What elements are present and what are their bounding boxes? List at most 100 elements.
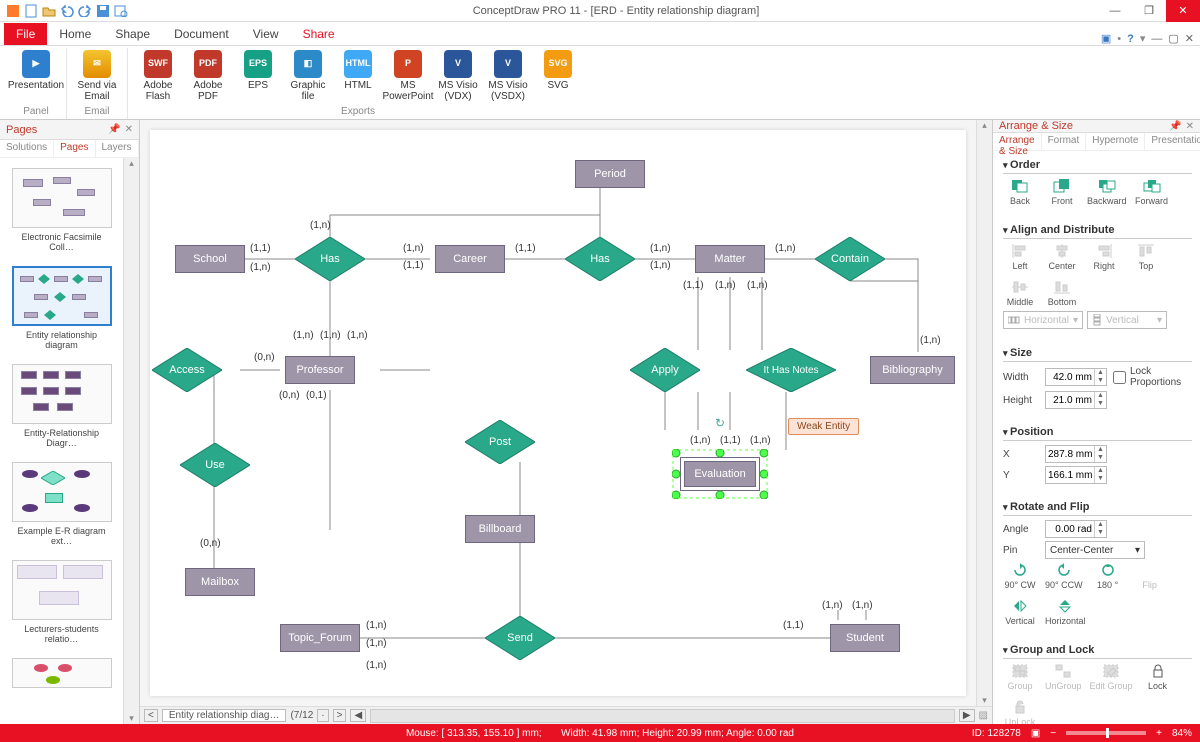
rotate-handle-icon[interactable]: ↻ [715,416,725,430]
flip-horizontal-button[interactable]: Horizontal [1045,598,1086,626]
ungroup-button[interactable]: UnGroup [1045,663,1082,691]
zoom-slider[interactable] [1066,731,1146,735]
relation-contain[interactable]: Contain [815,237,885,281]
export-ppt-button[interactable]: PMS PowerPoint [384,48,432,102]
entity-evaluation[interactable]: Evaluation [680,457,760,491]
scroll-right-icon[interactable]: ▶ [959,709,975,722]
doc-restore-icon[interactable]: ▢ [1168,32,1178,45]
open-icon[interactable] [42,4,56,18]
new-icon[interactable] [24,4,38,18]
unlock-button[interactable]: UnLock [1003,699,1037,724]
redo-icon[interactable] [78,4,92,18]
resize-grip-icon[interactable]: ▨ [979,710,988,721]
tab-share[interactable]: Share [291,23,347,45]
pin-dropdown[interactable]: Center-Center▾ [1045,541,1145,559]
align-bottom-button[interactable]: Bottom [1045,279,1079,307]
entity-matter[interactable]: Matter [695,245,765,273]
fit-icon[interactable]: ▣ [1031,728,1040,739]
help-icon[interactable]: ? [1127,33,1134,45]
angle-input[interactable]: ▲▼ [1045,520,1107,538]
minimize-button[interactable]: — [1098,0,1132,22]
tab-shape[interactable]: Shape [103,23,162,45]
export-flash-button[interactable]: SWFAdobe Flash [134,48,182,102]
export-html-button[interactable]: HTMLHTML [334,48,382,102]
align-right-button[interactable]: Right [1087,243,1121,271]
align-left-button[interactable]: Left [1003,243,1037,271]
flip-vertical-button[interactable]: Vertical [1003,598,1037,626]
subtab-solutions[interactable]: Solutions [0,140,54,157]
width-input[interactable]: ▲▼ [1045,368,1107,386]
relation-use[interactable]: Use [180,443,250,487]
x-input[interactable]: ▲▼ [1045,445,1107,463]
subtab-hypernote[interactable]: Hypernote [1086,133,1145,150]
rotate-cw-button[interactable]: 90° CW [1003,562,1037,590]
page-thumb[interactable]: Entity relationship diagram [12,266,112,350]
export-pdf-button[interactable]: PDFAdobe PDF [184,48,232,102]
entity-topic-forum[interactable]: Topic_Forum [280,624,360,652]
zoom-in-icon[interactable]: + [1156,728,1162,739]
zoom-out-icon[interactable]: − [1050,728,1056,739]
subtab-layers[interactable]: Layers [96,140,139,157]
align-center-button[interactable]: Center [1045,243,1079,271]
edit-group-button[interactable]: Edit Group [1090,663,1133,691]
distribute-vertical-dropdown[interactable]: Vertical▾ [1087,311,1167,329]
section-size-title[interactable]: Size [1003,343,1192,362]
entity-school[interactable]: School [175,245,245,273]
entity-bibliography[interactable]: Bibliography [870,356,955,384]
page-thumb[interactable]: Lecturers-students relatio… [12,560,112,644]
pin-icon[interactable]: 📌 [108,124,120,135]
section-order-title[interactable]: Order [1003,155,1192,174]
zoom-value[interactable]: 84% [1172,728,1192,739]
section-group-title[interactable]: Group and Lock [1003,640,1192,659]
rotate-ccw-button[interactable]: 90° CCW [1045,562,1083,590]
pages-scrollbar[interactable]: ▴ ▾ [123,158,139,724]
pin-icon[interactable]: 📌 [1169,121,1181,132]
store-icon[interactable]: ▣ [1101,32,1111,45]
tab-file[interactable]: File [4,23,47,45]
subtab-presentation[interactable]: Presentation [1145,133,1200,150]
canvas-scrollbar-h[interactable] [370,709,955,723]
export-visio-vsdx-button[interactable]: VMS Visio (VSDX) [484,48,532,102]
distribute-horizontal-dropdown[interactable]: Horizontal▾ [1003,311,1083,329]
tab-home[interactable]: Home [47,23,103,45]
page-thumb[interactable]: Entity-Relationship Diagr… [12,364,112,448]
doc-minimize-icon[interactable]: — [1151,33,1162,45]
entity-career[interactable]: Career [435,245,505,273]
panel-close-icon[interactable]: ✕ [1186,121,1194,132]
tab-view[interactable]: View [241,23,291,45]
presentation-button[interactable]: ▶Presentation [12,48,60,91]
entity-professor[interactable]: Professor [285,356,355,384]
close-button[interactable]: ✕ [1166,0,1200,22]
relation-post[interactable]: Post [465,420,535,464]
order-backward-button[interactable]: Backward [1087,178,1127,206]
relation-access[interactable]: Access [152,348,222,392]
diagram-canvas[interactable]: Period School Career Matter Professor Bi… [150,130,966,696]
y-input[interactable]: ▲▼ [1045,466,1107,484]
lock-proportions-checkbox[interactable]: Lock Proportions [1113,366,1149,388]
order-forward-button[interactable]: Forward [1135,178,1169,206]
subtab-arrange[interactable]: Arrange & Size [993,133,1042,150]
scroll-left-icon[interactable]: ◀ [350,709,366,722]
page-thumb[interactable]: Example E-R diagram ext… [12,462,112,546]
export-visio-vdx-button[interactable]: VMS Visio (VDX) [434,48,482,102]
preview-icon[interactable] [114,4,128,18]
export-eps-button[interactable]: EPSEPS [234,48,282,102]
align-middle-button[interactable]: Middle [1003,279,1037,307]
nav-next-icon[interactable]: > [333,709,347,722]
relation-ithasnotes[interactable]: It Has Notes [746,348,836,392]
tab-document[interactable]: Document [162,23,241,45]
subtab-format[interactable]: Format [1042,133,1087,150]
subtab-pages[interactable]: Pages [54,140,95,157]
entity-period[interactable]: Period [575,160,645,188]
nav-first-icon[interactable]: < [144,709,158,722]
section-align-title[interactable]: Align and Distribute [1003,220,1192,239]
order-back-button[interactable]: Back [1003,178,1037,206]
relation-send[interactable]: Send [485,616,555,660]
order-front-button[interactable]: Front [1045,178,1079,206]
restore-button[interactable]: ❐ [1132,0,1166,22]
save-icon[interactable] [96,4,110,18]
entity-student[interactable]: Student [830,624,900,652]
height-input[interactable]: ▲▼ [1045,391,1107,409]
entity-mailbox[interactable]: Mailbox [185,568,255,596]
section-position-title[interactable]: Position [1003,422,1192,441]
